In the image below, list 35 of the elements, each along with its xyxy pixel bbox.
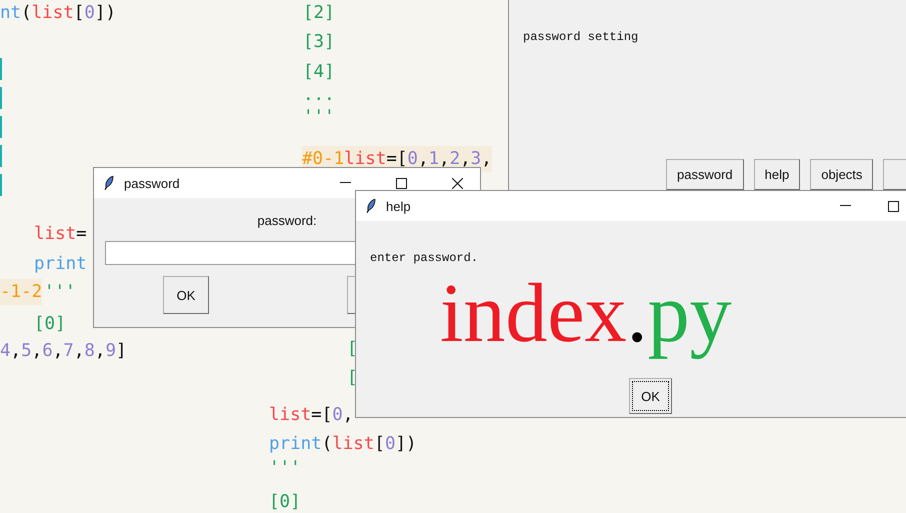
ok-button[interactable]: OK [163, 276, 209, 314]
minimize-icon[interactable] [840, 205, 850, 207]
window-button[interactable]: password [666, 159, 744, 190]
feather-icon [366, 199, 376, 213]
code-line: print [34, 253, 87, 276]
code-line: [0] [269, 491, 301, 513]
code-line: ''' [269, 457, 301, 480]
code-line: print(list[0]) [269, 433, 417, 456]
code-line: ''' [303, 106, 335, 129]
code-line: nt(list[0]) [0, 2, 116, 25]
code-line: [0] [34, 313, 66, 336]
maximize-icon[interactable] [888, 200, 898, 212]
help-message: enter password. [370, 251, 478, 265]
window-button[interactable]: help [754, 159, 800, 190]
code-line: [ [347, 367, 358, 390]
window-title: password [124, 176, 181, 190]
code-line: [4] [303, 61, 335, 84]
maximize-icon[interactable] [396, 178, 406, 188]
code-line: ''' [44, 281, 76, 304]
ok-button[interactable]: OK [629, 378, 672, 414]
field-label: password: [257, 213, 317, 228]
minimize-icon[interactable] [340, 182, 350, 184]
feather-icon [104, 176, 114, 190]
close-icon[interactable] [452, 178, 462, 188]
code-line: list= [34, 223, 87, 246]
code-line: list=[0, [269, 404, 354, 427]
code-line: ... [303, 84, 335, 107]
window-button[interactable]: objects [810, 159, 874, 190]
code-line: [3] [303, 31, 335, 54]
code-line: 4,5,6,7,8,9] [0, 340, 127, 363]
window-label: password setting [523, 30, 638, 44]
code-line: [2] [303, 2, 335, 25]
window-button[interactable] [883, 159, 906, 190]
window-title: help [386, 198, 412, 214]
code-line: [ [347, 338, 358, 361]
